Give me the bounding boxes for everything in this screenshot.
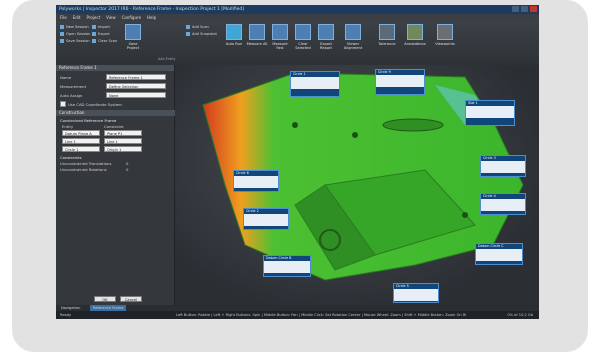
3d-viewport[interactable]: Circle 1 Circle 9 Slot 1 Circle 3 Circle… bbox=[175, 65, 539, 305]
tolerance-button[interactable]: Tolerance bbox=[376, 24, 398, 46]
add-entity-group-label: Add Entity bbox=[158, 57, 176, 61]
label-circle-1[interactable]: Circle 1 bbox=[290, 71, 340, 97]
import-button[interactable]: Import bbox=[92, 25, 110, 29]
constraint-cell-3[interactable]: Origin 1 bbox=[104, 146, 142, 152]
auto-run-button[interactable]: Auto Run bbox=[223, 24, 245, 46]
construction-header: Construction bbox=[56, 110, 177, 116]
save-project-button[interactable]: Save Project bbox=[122, 24, 144, 50]
constrained-frame-title: Constrained Reference Frame bbox=[60, 118, 117, 123]
viewer-alignment-button[interactable]: Viewer Alignment bbox=[340, 24, 366, 50]
unconstrained-rotations-value: 0 bbox=[126, 167, 129, 172]
label-circle-6[interactable]: Circle 6 bbox=[233, 170, 279, 192]
maximize-button[interactable] bbox=[521, 6, 528, 12]
label-datum-circle-b[interactable]: Datum Circle B bbox=[263, 255, 311, 277]
constraint-cell-2[interactable]: Line 1 bbox=[104, 138, 142, 144]
name-label: Name bbox=[60, 75, 72, 80]
constraint-column-header: Constraint bbox=[104, 124, 124, 129]
menu-file[interactable]: File bbox=[60, 14, 67, 21]
constraint-cell-1[interactable]: Plane P1 bbox=[104, 130, 142, 136]
label-circle-5[interactable]: Circle 5 bbox=[393, 283, 439, 303]
annotations-button[interactable]: Annotations bbox=[402, 24, 428, 46]
checkbox-box[interactable] bbox=[60, 101, 66, 107]
label-circle-2[interactable]: Circle 2 bbox=[243, 208, 289, 230]
label-circle-3[interactable]: Circle 3 bbox=[480, 155, 526, 177]
clear-scan-button[interactable]: Clear Scan bbox=[92, 39, 117, 43]
auto-assign-label: Auto Assign bbox=[60, 93, 83, 98]
entity-cell-3[interactable]: Circle 1 bbox=[62, 146, 100, 152]
measurement-label: Measurement bbox=[60, 84, 87, 89]
auto-assign-select[interactable]: None bbox=[106, 92, 166, 98]
close-button[interactable] bbox=[530, 6, 537, 12]
unconstrained-rotations-label: Unconstrained Rotations bbox=[60, 167, 107, 172]
menu-bar: File Edit Project View Configure Help bbox=[56, 14, 539, 21]
entity-cell-1[interactable]: Datum Plane A bbox=[62, 130, 100, 136]
checkbox-label: Use CAD Coordinate System bbox=[68, 101, 122, 107]
status-bar: Ready Left Button: Rotate | Left + Right… bbox=[56, 311, 539, 319]
unconstrained-translations-label: Unconstrained Translations bbox=[60, 161, 112, 166]
label-circle-9[interactable]: Circle 9 bbox=[375, 69, 425, 95]
name-field[interactable]: Reference Frame 1 bbox=[106, 74, 166, 80]
ribbon: New Session Open Session Save Session Im… bbox=[56, 21, 539, 66]
reference-frame-panel: Reference Frame 1 Name Reference Frame 1… bbox=[56, 65, 177, 305]
cancel-button[interactable]: Cancel bbox=[120, 296, 142, 302]
window-title: Polyworks | Inspector 2017 IR6 - Referen… bbox=[59, 7, 245, 12]
entity-column-header: Entity bbox=[62, 124, 74, 129]
ok-button[interactable]: OK bbox=[94, 296, 116, 302]
add-scan-button[interactable]: Add Scan bbox=[186, 25, 209, 29]
unconstrained-translations-value: 0 bbox=[126, 161, 129, 166]
title-bar: Polyworks | Inspector 2017 IR6 - Referen… bbox=[56, 5, 539, 14]
menu-edit[interactable]: Edit bbox=[73, 14, 81, 21]
status-memory: 0% of 10,2 Gb bbox=[507, 313, 533, 317]
cad-coordinate-checkbox[interactable]: Use CAD Coordinate System bbox=[60, 101, 122, 107]
menu-configure[interactable]: Configure bbox=[122, 14, 141, 21]
new-session-button[interactable]: New Session bbox=[60, 25, 89, 29]
panel-header: Reference Frame 1 bbox=[56, 65, 174, 71]
export-report-button[interactable]: Export Report bbox=[315, 24, 337, 50]
label-datum-circle-c[interactable]: Datum Circle C bbox=[475, 243, 523, 265]
status-ready: Ready bbox=[60, 313, 72, 317]
save-session-button[interactable]: Save Session bbox=[60, 39, 90, 43]
menu-view[interactable]: View bbox=[106, 14, 116, 21]
add-snapshot-button[interactable]: Add Snapshot bbox=[186, 32, 217, 36]
status-hints: Left Button: Rotate | Left + Right Butto… bbox=[176, 313, 466, 317]
menu-project[interactable]: Project bbox=[86, 14, 100, 21]
label-circle-4[interactable]: Circle 4 bbox=[480, 193, 526, 215]
label-slot-1[interactable]: Slot 1 bbox=[465, 100, 515, 126]
app-window: Polyworks | Inspector 2017 IR6 - Referen… bbox=[56, 5, 539, 319]
open-session-button[interactable]: Open Session bbox=[60, 32, 90, 36]
clear-selected-button[interactable]: Clear Selected bbox=[292, 24, 314, 50]
measurement-select[interactable]: Define Selection bbox=[106, 83, 166, 89]
menu-help[interactable]: Help bbox=[147, 14, 156, 21]
measure-all-button[interactable]: Measure All bbox=[246, 24, 268, 46]
export-button[interactable]: Export bbox=[92, 32, 110, 36]
viewpoints-button[interactable]: Viewpoints bbox=[432, 24, 458, 46]
measure-fast-button[interactable]: Measure Fast bbox=[269, 24, 291, 50]
constraints-title: Constraints bbox=[60, 155, 82, 160]
minimize-button[interactable] bbox=[512, 6, 519, 12]
entity-cell-2[interactable]: Line 1 bbox=[62, 138, 100, 144]
